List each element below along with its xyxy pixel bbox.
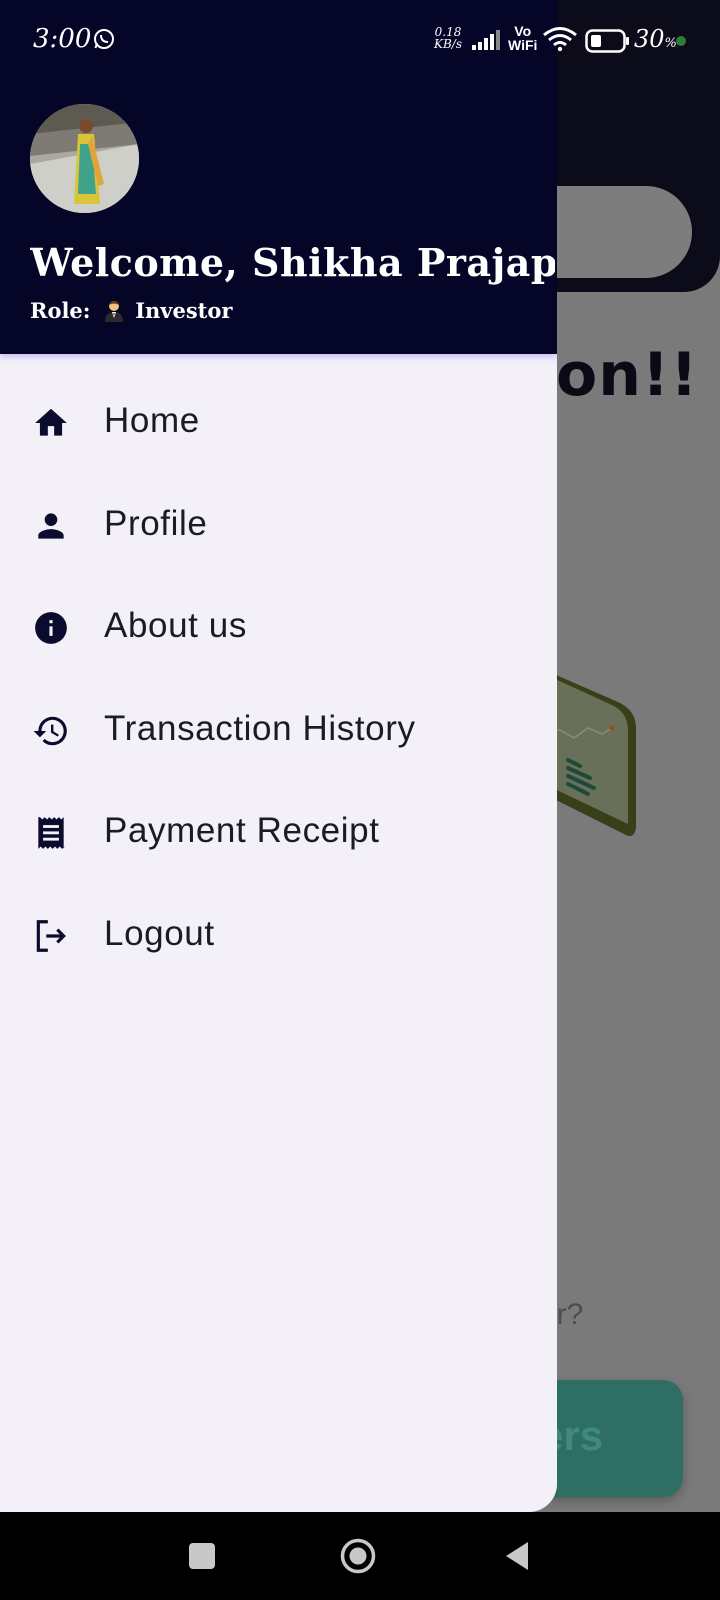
whatsapp-icon <box>94 29 114 49</box>
avatar-photo <box>30 104 139 213</box>
avatar[interactable] <box>30 104 139 213</box>
menu-item-label: Logout <box>104 913 215 953</box>
privacy-dot-indicator <box>676 36 686 46</box>
background-heading: on!! <box>556 340 699 410</box>
role-label: Role: <box>30 298 91 323</box>
drawer-menu: Home Profile About us Transaction Histor… <box>0 371 557 986</box>
wifi-label: WiFi <box>508 37 538 53</box>
vo-label: Vo <box>514 23 532 39</box>
info-icon <box>35 612 67 644</box>
back-icon[interactable] <box>504 1540 530 1572</box>
history-icon <box>33 716 67 745</box>
battery-percent-sign: % <box>664 36 677 51</box>
person-icon <box>38 512 64 539</box>
menu-item-label: Transaction History <box>104 708 416 748</box>
menu-item-about-us[interactable]: About us <box>0 576 557 679</box>
role-value: Investor <box>135 298 233 323</box>
menu-item-label: Payment Receipt <box>104 811 380 850</box>
logout-icon <box>36 919 66 952</box>
role-line: Role: Investor <box>30 298 232 323</box>
recents-icon[interactable] <box>189 1543 215 1569</box>
status-time: 3:00 <box>33 24 92 54</box>
home-circle-icon[interactable] <box>340 1538 376 1574</box>
battery-icon <box>585 29 629 53</box>
battery-percent-value: 30 <box>634 25 665 53</box>
menu-item-transaction-history[interactable]: Transaction History <box>0 679 557 782</box>
home-icon <box>35 408 67 436</box>
wifi-icon <box>543 27 577 52</box>
menu-item-payment-receipt[interactable]: Payment Receipt <box>0 781 557 884</box>
battery-percent: 30% <box>634 25 677 53</box>
navigation-drawer: Welcome, Shikha Prajap Role: Investor Ho… <box>0 0 557 1512</box>
receipt-icon <box>38 817 65 849</box>
signal-icon <box>472 30 500 50</box>
menu-item-home[interactable]: Home <box>0 371 557 474</box>
welcome-text: Welcome, Shikha Prajap <box>30 240 555 285</box>
investor-emoji-icon <box>104 301 123 322</box>
status-bar: 3:00 0.18 KB/s Vo WiFi 30% <box>0 0 720 80</box>
network-speed-unit: KB/s <box>434 37 462 51</box>
menu-item-label: Home <box>104 401 200 440</box>
vowifi-indicator: Vo WiFi <box>508 24 537 52</box>
network-speed: 0.18 KB/s <box>434 26 462 50</box>
menu-item-label: Profile <box>104 503 208 543</box>
menu-item-label: About us <box>104 606 247 645</box>
menu-item-logout[interactable]: Logout <box>0 884 557 987</box>
menu-item-profile[interactable]: Profile <box>0 474 557 577</box>
